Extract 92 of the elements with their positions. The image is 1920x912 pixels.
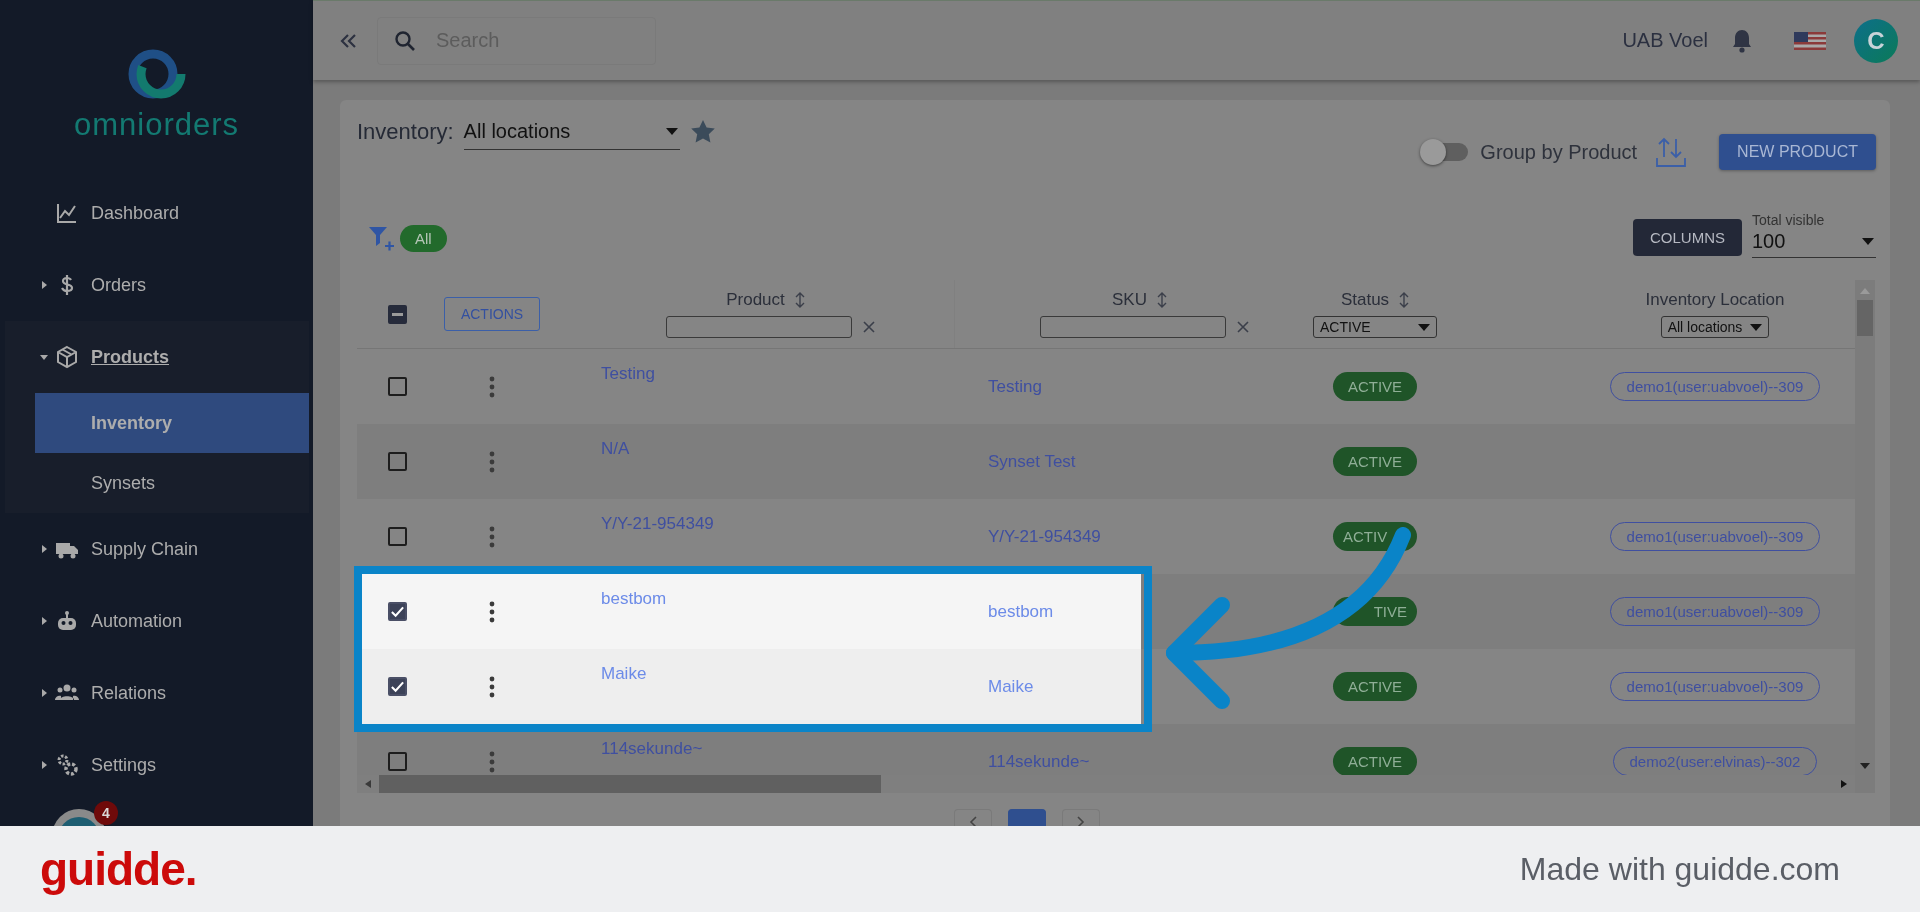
- location-dropdown[interactable]: All locations: [463, 114, 680, 150]
- row-checkbox[interactable]: [387, 377, 407, 396]
- caret-icon: [40, 545, 48, 553]
- import-export-icon[interactable]: [1655, 136, 1688, 168]
- column-filter-dropdown[interactable]: ACTIVE: [1313, 316, 1437, 338]
- flag-icon[interactable]: [1794, 31, 1826, 50]
- nav-item[interactable]: Dashboard: [0, 177, 313, 249]
- nav-item[interactable]: Products: [5, 321, 309, 393]
- filter-add-icon[interactable]: [368, 224, 396, 252]
- scroll-down-icon: [1860, 763, 1870, 769]
- nav-item[interactable]: Automation: [0, 585, 313, 657]
- column-filter-field[interactable]: [1039, 316, 1226, 338]
- product-link[interactable]: bestbom: [601, 589, 667, 609]
- clear-icon[interactable]: [1235, 320, 1250, 334]
- row-checkbox[interactable]: [387, 452, 407, 471]
- product-link[interactable]: Y/Y-21-954349: [601, 514, 714, 534]
- sort-icon[interactable]: [1399, 292, 1410, 308]
- sku-link[interactable]: Y/Y-21-954349: [988, 526, 1101, 547]
- row-checkbox[interactable]: [387, 752, 407, 771]
- scroll-left-icon: [365, 780, 371, 788]
- column-header[interactable]: Status: [1340, 290, 1390, 310]
- dropdown-arrow-icon: [1750, 323, 1763, 331]
- brand-logo-text: guidde.: [40, 842, 197, 896]
- caret-icon: [40, 353, 48, 361]
- more-icon[interactable]: [489, 600, 495, 623]
- nav-subitem[interactable]: Inventory: [35, 393, 309, 453]
- product-link[interactable]: Maike: [601, 664, 647, 684]
- filter-chip[interactable]: All: [400, 224, 447, 252]
- nav-subitem[interactable]: Synsets: [35, 453, 309, 513]
- nav-item[interactable]: Supply Chain: [0, 513, 313, 585]
- robot-icon: [55, 609, 79, 633]
- scroll-thumb[interactable]: [379, 775, 881, 793]
- page-size-dropdown[interactable]: 100: [1752, 228, 1876, 258]
- dropdown-arrow-icon: [1862, 238, 1874, 245]
- nav-item[interactable]: Orders: [0, 249, 313, 321]
- dropdown-arrow-icon: [1418, 323, 1430, 331]
- column-filter-field[interactable]: [665, 316, 852, 338]
- sku-link[interactable]: Testing: [988, 376, 1042, 397]
- star-icon[interactable]: [689, 119, 716, 145]
- scroll-right-icon: [1841, 780, 1847, 788]
- column-header[interactable]: SKU: [1112, 290, 1147, 310]
- bell-icon[interactable]: [1730, 27, 1754, 54]
- notification-badge: 4: [94, 801, 118, 825]
- new-product-button[interactable]: NEW PRODUCT: [1719, 134, 1876, 170]
- scroll-up-icon: [1860, 288, 1870, 294]
- select-all-checkbox[interactable]: [387, 304, 407, 324]
- box-icon: [55, 345, 79, 369]
- caret-icon: [40, 281, 48, 289]
- credit-text: Made with guidde.com: [1519, 850, 1840, 888]
- search-icon: [393, 28, 417, 53]
- gears-icon: [55, 753, 79, 777]
- chart-icon: [55, 201, 79, 225]
- company-name: UAB Voel: [1622, 29, 1708, 52]
- column-header[interactable]: Inventory Location: [1645, 290, 1785, 310]
- status-badge: ACTIVE: [1332, 747, 1418, 775]
- page-title: Inventory:: [357, 119, 454, 145]
- vertical-scrollbar[interactable]: [1855, 280, 1875, 793]
- row-checkbox[interactable]: [387, 602, 407, 621]
- sku-link[interactable]: bestbom: [988, 601, 1054, 622]
- actions-button[interactable]: ACTIONS: [443, 297, 541, 331]
- user-avatar[interactable]: C: [1854, 18, 1898, 63]
- caret-icon: [40, 689, 48, 697]
- status-badge: ACTIVE: [1332, 372, 1418, 401]
- column-header[interactable]: Product: [726, 290, 785, 310]
- nav-item[interactable]: Relations: [0, 657, 313, 729]
- clear-icon[interactable]: [861, 320, 876, 334]
- check-icon: [389, 679, 405, 694]
- field-label: Total visible: [1752, 212, 1826, 228]
- column-filter-dropdown[interactable]: All locations: [1660, 316, 1770, 338]
- caret-icon: [40, 617, 48, 625]
- nav-item[interactable]: Settings: [0, 729, 313, 801]
- logo-text: omniorders: [73, 108, 240, 142]
- sku-link[interactable]: Maike: [988, 676, 1034, 697]
- collapse-icon[interactable]: [339, 32, 357, 49]
- sort-icon[interactable]: [794, 292, 805, 308]
- product-link[interactable]: N/A: [601, 439, 630, 459]
- product-link[interactable]: Testing: [601, 364, 655, 384]
- dropdown-arrow-icon: [665, 128, 678, 135]
- row-checkbox[interactable]: [387, 677, 407, 696]
- sku-link[interactable]: 114sekunde~: [988, 751, 1090, 772]
- chevron-right-icon: [1076, 816, 1085, 828]
- product-link[interactable]: 114sekunde~: [601, 739, 703, 759]
- status-badge: ACTIVE: [1332, 672, 1418, 701]
- more-icon[interactable]: [489, 675, 495, 698]
- status-badge: ACTIVE: [1332, 447, 1418, 476]
- check-icon: [389, 604, 405, 619]
- chevron-left-icon: [968, 816, 977, 828]
- toggle-label: Group by Product: [1480, 140, 1638, 164]
- caret-icon: [40, 761, 48, 769]
- columns-button[interactable]: COLUMNS: [1633, 219, 1742, 256]
- sort-icon[interactable]: [1157, 292, 1167, 308]
- row-checkbox[interactable]: [387, 527, 407, 546]
